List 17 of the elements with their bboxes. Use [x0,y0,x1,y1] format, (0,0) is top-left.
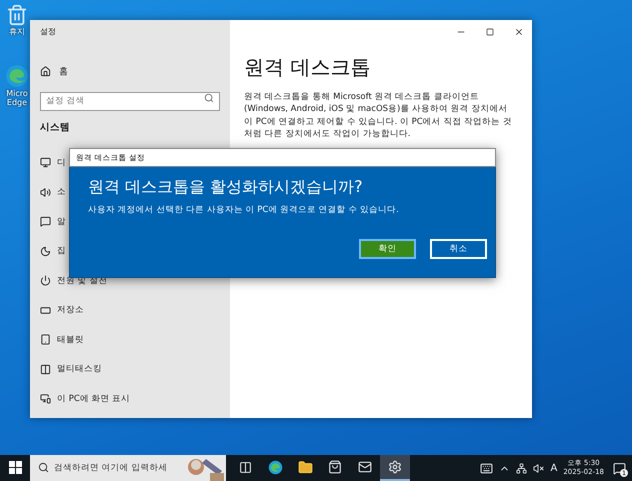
section-heading: 시스템 [40,121,70,134]
sidebar-item-label: 멀티태스킹 [57,363,102,376]
home-label: 홈 [59,66,68,78]
dialog-message: 사용자 계정에서 선택한 다른 사용자는 이 PC에 원격으로 연결할 수 있습니다. [88,204,400,216]
sidebar-item-label: 저장소 [57,304,84,316]
desktop-icon-label: Micro Edge [6,90,28,108]
sidebar-item-label: 집 [57,245,66,258]
sidebar-item-label: 알 [57,216,66,228]
sidebar-item-label: 소 [57,186,66,198]
window-title: 설정 [40,26,56,37]
desktop-icon-label: 휴지 [9,28,25,37]
page-heading: 원격 데스크톱 [244,54,372,81]
sidebar-item-label: 태블릿 [57,334,84,346]
sidebar-item-label: 이 PC에 화면 표시 [57,392,130,405]
description-text: 원격 데스크톱을 통해 Microsoft 원격 데스크톱 클라이언트 (Windows, Android, iOS 및 macOS용)를 사용하여 원격 장치에서 이 PC에 연결하고 제어할 수 있습니다. 이 PC에서 직접 작업하는 것처럼 다른 장치에서도 작업이 가능합니다. [244,91,513,140]
dialog-heading: 원격 데스크톱을 활성화하시겠습니까? [88,177,364,198]
sidebar-item-label: 디 [57,156,66,169]
